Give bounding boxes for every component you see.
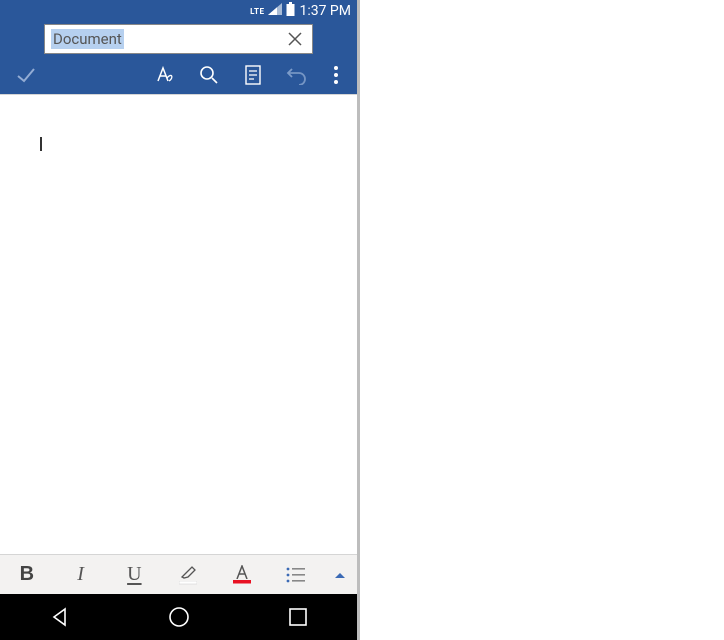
bullet-list-button[interactable] xyxy=(269,555,323,595)
more-menu-button[interactable] xyxy=(319,56,353,94)
nav-home-button[interactable] xyxy=(144,594,214,640)
back-triangle-icon xyxy=(50,607,70,627)
search-button[interactable] xyxy=(187,56,231,94)
android-nav-bar xyxy=(0,594,357,640)
check-icon xyxy=(15,64,37,86)
bold-button[interactable]: B xyxy=(0,555,54,595)
clear-title-button[interactable] xyxy=(284,28,306,50)
underline-button[interactable]: U xyxy=(107,555,161,595)
highlighter-icon xyxy=(179,564,197,585)
reading-view-button[interactable] xyxy=(231,56,275,94)
phone-frame: LTE 1:37 PM Document xyxy=(0,0,360,640)
font-icon xyxy=(154,64,176,86)
font-color-button[interactable] xyxy=(215,555,269,595)
status-bar: LTE 1:37 PM xyxy=(0,0,357,22)
title-bar: Document xyxy=(0,22,357,56)
close-icon xyxy=(286,30,304,48)
document-title-field[interactable]: Document xyxy=(44,24,313,54)
nav-back-button[interactable] xyxy=(25,594,95,640)
undo-icon xyxy=(286,65,308,85)
text-cursor xyxy=(40,137,42,151)
document-title-text: Document xyxy=(51,29,124,49)
battery-icon xyxy=(286,2,295,20)
more-vertical-icon xyxy=(333,65,339,85)
undo-button[interactable] xyxy=(275,56,319,94)
nav-recent-button[interactable] xyxy=(263,594,333,640)
document-canvas[interactable] xyxy=(0,94,357,554)
recent-square-icon xyxy=(289,608,307,626)
signal-icon xyxy=(268,3,282,19)
expand-format-button[interactable] xyxy=(322,555,357,595)
search-icon xyxy=(199,65,219,85)
font-color-icon xyxy=(233,565,251,584)
app-toolbar xyxy=(0,56,357,94)
page-icon xyxy=(244,65,262,85)
format-toolbar: B I U xyxy=(0,554,357,594)
font-format-button[interactable] xyxy=(143,56,187,94)
confirm-button[interactable] xyxy=(4,56,48,94)
clock-text: 1:37 PM xyxy=(299,3,351,19)
home-circle-icon xyxy=(168,606,190,628)
italic-button[interactable]: I xyxy=(54,555,108,595)
chevron-up-icon xyxy=(334,571,346,579)
highlight-button[interactable] xyxy=(161,555,215,595)
list-icon xyxy=(286,567,306,583)
network-indicator: LTE xyxy=(250,7,264,16)
